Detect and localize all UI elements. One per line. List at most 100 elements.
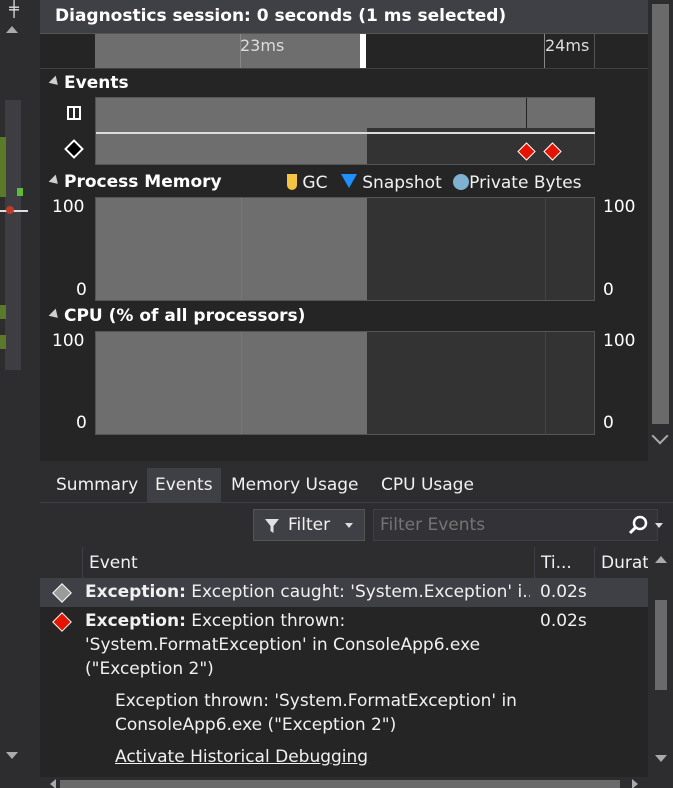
event-cell: Exception: Exception caught: 'System.Exc… — [85, 582, 530, 602]
table-scroll-thumb[interactable] — [655, 600, 667, 690]
memory-y-max-right: 100 — [603, 197, 636, 217]
events-table: Event Ti... Durat Exception: Exception c… — [40, 547, 648, 788]
table-row-expanded[interactable]: Exception: Exception thrown: 'System.For… — [40, 607, 648, 787]
legend-gc: GC — [302, 173, 328, 193]
event-kind: Exception: — [85, 611, 186, 631]
column-header-event[interactable]: Event — [82, 547, 534, 579]
exception-thrown-icon — [52, 612, 72, 632]
scroll-right-arrow-icon[interactable] — [632, 779, 638, 788]
cpu-y-max-right: 100 — [603, 331, 636, 351]
break-region — [367, 98, 595, 128]
detail-line1: Exception thrown: 'System.FormatExceptio… — [115, 691, 517, 711]
tab-events[interactable]: Events — [147, 468, 221, 502]
activity-marker — [17, 188, 23, 196]
scroll-up-arrow-icon[interactable] — [655, 556, 667, 563]
scroll-left-arrow-icon[interactable] — [50, 779, 56, 788]
table-row[interactable]: Exception: Exception caught: 'System.Exc… — [40, 579, 648, 607]
events-track[interactable] — [95, 97, 595, 165]
cpu-y-max-left: 100 — [52, 331, 85, 351]
tick-label-23ms: 23ms — [240, 36, 285, 55]
cpu-section-title: CPU (% of all processors) — [64, 306, 306, 326]
ruler-edge — [594, 34, 595, 68]
tick-line — [544, 34, 545, 68]
table-hscroll-thumb[interactable] — [60, 780, 620, 788]
memory-y-min-left: 0 — [76, 280, 87, 300]
collapse-triangle-icon[interactable] — [48, 75, 62, 89]
snapshot-icon — [340, 174, 357, 188]
collapse-triangle-icon[interactable] — [48, 308, 62, 322]
break-marker — [526, 98, 527, 128]
event-text-line1: Exception thrown: — [191, 611, 346, 631]
memory-y-min-right: 0 — [603, 280, 614, 300]
event-text-line2: 'System.FormatException' in ConsoleApp6.… — [85, 635, 481, 655]
column-header-duration[interactable]: Durat — [594, 547, 648, 579]
event-text: Exception caught: 'System.Exception' i..… — [191, 582, 530, 602]
collapse-triangle-icon[interactable] — [48, 174, 62, 188]
position-dot — [6, 206, 14, 214]
session-header: Diagnostics session: 0 seconds (1 ms sel… — [40, 0, 648, 34]
search-options-arrow-icon[interactable] — [655, 523, 663, 528]
graph-area: Events Process Memory GC Snapshot Privat… — [40, 68, 648, 461]
gc-icon — [287, 174, 297, 190]
activity-bar — [0, 305, 6, 319]
timeline-cursor[interactable] — [360, 34, 366, 68]
funnel-icon — [265, 519, 279, 533]
pin-icon[interactable]: ╪ — [4, 0, 24, 20]
left-overview-strip: ╪ — [0, 0, 28, 788]
time-cell: 0.02s — [540, 582, 587, 602]
activate-historical-debugging-link[interactable]: Activate Historical Debugging — [115, 747, 368, 767]
filter-label: Filter — [288, 515, 331, 535]
memory-y-max-left: 100 — [52, 197, 85, 217]
exception-marker-icon[interactable] — [517, 142, 536, 161]
activity-bar — [0, 335, 6, 349]
tick-line — [240, 34, 241, 68]
activity-bar — [0, 137, 6, 197]
detail-line2: ConsoleApp6.exe ("Exception 2") — [115, 715, 397, 735]
session-title: Diagnostics session: 0 seconds (1 ms sel… — [55, 6, 507, 26]
memory-legend: GC Snapshot Private Bytes — [287, 173, 582, 193]
legend-private-bytes: Private Bytes — [469, 173, 582, 193]
tab-bar: Summary Events Memory Usage CPU Usage — [40, 468, 648, 502]
column-header-time[interactable]: Ti... — [534, 547, 594, 579]
exception-caught-icon — [52, 583, 72, 603]
tick-label-24ms: 24ms — [545, 36, 590, 55]
grid-line — [545, 198, 546, 300]
cpu-section-header[interactable]: CPU (% of all processors) — [48, 306, 306, 326]
grid-line — [241, 198, 242, 300]
cpu-selection — [96, 332, 367, 434]
cpu-y-min-left: 0 — [76, 413, 87, 433]
pause-icon — [67, 106, 81, 120]
cpu-graph[interactable] — [95, 331, 595, 435]
time-cell: 0.02s — [540, 611, 587, 631]
scroll-down-arrow-icon[interactable] — [655, 755, 667, 762]
selection-range[interactable] — [95, 34, 366, 68]
scroll-up-arrow-icon[interactable] — [6, 26, 18, 33]
legend-snapshot: Snapshot — [362, 173, 442, 193]
memory-graph[interactable] — [95, 197, 595, 301]
process-memory-section-header[interactable]: Process Memory — [48, 172, 222, 192]
event-diamond-icon — [64, 139, 84, 159]
private-bytes-icon — [453, 174, 470, 190]
table-header: Event Ti... Durat — [40, 547, 648, 579]
filter-button[interactable]: Filter — [253, 509, 365, 541]
timeline-ruler[interactable]: 23ms 24ms — [40, 34, 648, 68]
grid-line — [545, 332, 546, 434]
graph-scroll-thumb[interactable] — [652, 4, 669, 424]
memory-selection — [96, 198, 367, 300]
filter-events-input[interactable] — [373, 509, 658, 541]
scroll-down-arrow-icon[interactable] — [6, 752, 18, 759]
tab-cpu-usage[interactable]: CPU Usage — [373, 468, 482, 502]
event-cell-line1: Exception: Exception thrown: — [85, 611, 345, 631]
dropdown-arrow-icon — [345, 523, 353, 528]
events-selection — [96, 98, 367, 164]
search-icon[interactable] — [628, 515, 648, 535]
cpu-y-min-right: 0 — [603, 413, 614, 433]
tab-memory-usage[interactable]: Memory Usage — [223, 468, 367, 502]
event-kind: Exception: — [85, 582, 186, 602]
exception-marker-icon[interactable] — [543, 142, 562, 161]
tab-summary[interactable]: Summary — [48, 468, 146, 502]
events-section-header[interactable]: Events — [48, 73, 129, 93]
left-overview-track[interactable] — [5, 100, 21, 370]
timeline-line — [96, 132, 595, 134]
event-text-line3: ("Exception 2") — [85, 659, 214, 679]
